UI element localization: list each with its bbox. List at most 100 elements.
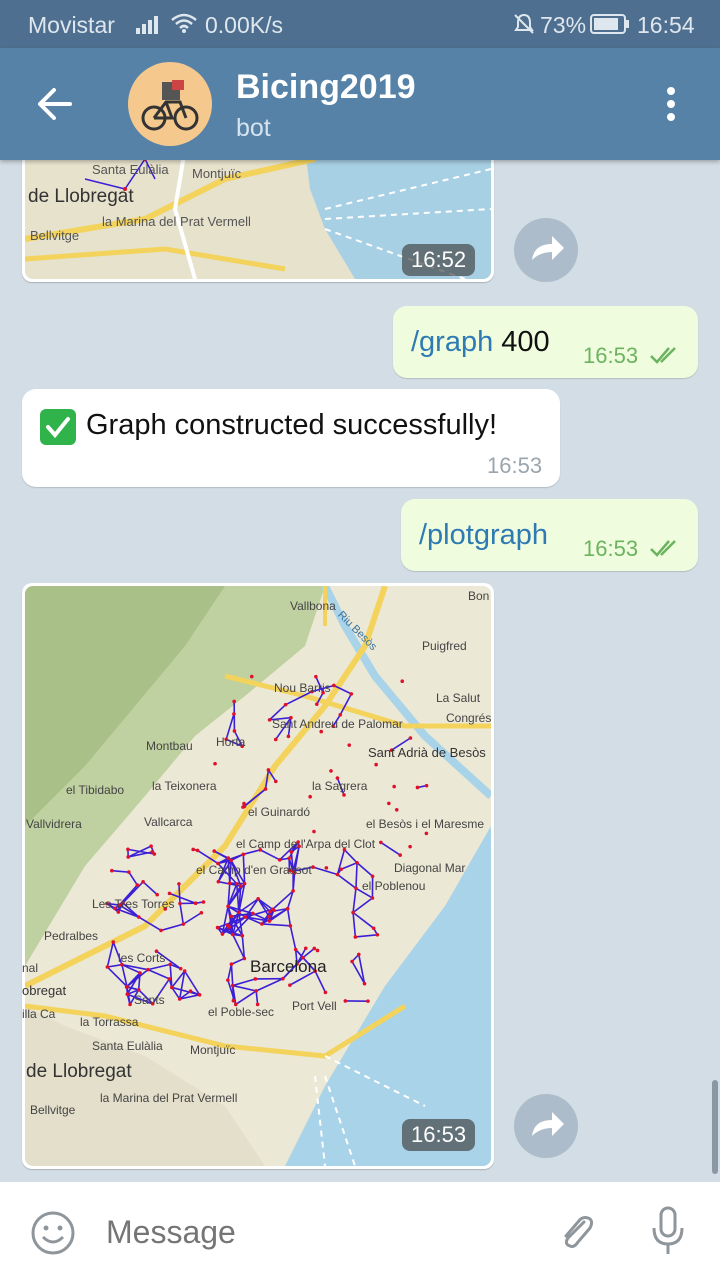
paperclip-icon[interactable]	[554, 1210, 598, 1254]
graph-node	[267, 914, 271, 919]
graph-node	[350, 959, 354, 964]
graph-node	[213, 761, 217, 766]
graph-node	[146, 967, 150, 972]
graph-node	[273, 737, 278, 742]
back-arrow-icon[interactable]	[36, 86, 74, 122]
message-time: 16:53	[487, 453, 543, 478]
message-input[interactable]	[104, 1208, 528, 1256]
graph-node	[178, 901, 182, 906]
more-options-icon[interactable]	[664, 86, 678, 122]
graph-node	[267, 919, 272, 923]
graph-node	[375, 932, 380, 937]
graph-node	[283, 702, 288, 707]
map-label: el Poble-sec	[208, 1005, 275, 1019]
graph-node	[335, 872, 340, 877]
graph-node	[225, 923, 230, 928]
graph-node	[329, 769, 333, 773]
graph-node	[256, 897, 260, 901]
graph-node	[356, 952, 361, 957]
map-label: Bon	[468, 589, 490, 603]
graph-node	[226, 904, 230, 909]
graph-node	[362, 981, 367, 986]
microphone-icon[interactable]	[650, 1206, 686, 1260]
map-label: Congrés	[446, 711, 492, 725]
graph-node	[315, 702, 319, 706]
graph-node	[424, 831, 429, 836]
graph-node	[232, 712, 236, 716]
map-label: Santa Eulàlia	[92, 1039, 163, 1053]
map-label: Les Tres Torres	[92, 897, 175, 911]
graph-node	[241, 852, 246, 857]
graph-node	[324, 866, 329, 870]
graph-node	[387, 801, 391, 806]
scrollbar[interactable]	[712, 1080, 718, 1174]
graph-node	[285, 906, 290, 911]
graph-node	[232, 699, 236, 704]
graph-node	[339, 867, 343, 872]
graph-node	[177, 997, 182, 1001]
map-label: Vallbona	[290, 599, 336, 613]
forward-button[interactable]	[514, 218, 578, 282]
map-label: obregat	[22, 983, 67, 998]
graph-node	[138, 971, 142, 975]
graph-node	[253, 977, 258, 981]
graph-node	[314, 674, 318, 679]
forward-button[interactable]	[514, 1094, 578, 1158]
wifi-icon	[171, 13, 197, 33]
incoming-message[interactable]: Graph constructed successfully! 16:53	[22, 389, 560, 487]
graph-node	[126, 847, 130, 852]
graph-node	[124, 985, 129, 989]
outgoing-message[interactable]: /plotgraph 16:53	[401, 499, 698, 571]
graph-node	[197, 993, 202, 997]
double-check-icon	[650, 540, 676, 557]
message-composer	[0, 1182, 720, 1280]
graph-node	[254, 989, 258, 993]
check-mark-emoji-icon	[40, 409, 76, 445]
outgoing-message[interactable]: /graph 400 16:53	[393, 306, 698, 378]
photo-time: 16:52	[402, 244, 476, 276]
photo-message[interactable]: Vallbona Riu Besòs Puigfred Bon Nou Barr…	[22, 583, 494, 1169]
double-check-icon	[650, 347, 676, 364]
network-speed: 0.00K/s	[205, 12, 283, 38]
emoji-icon[interactable]	[30, 1210, 76, 1256]
avatar[interactable]	[128, 62, 212, 146]
graph-node	[315, 948, 320, 953]
share-arrow-icon	[532, 236, 564, 260]
graph-node	[347, 743, 352, 747]
graph-node	[408, 844, 412, 849]
message-list[interactable]: Santa Eulàlia Montjuïc de Llobregat la M…	[0, 160, 720, 1182]
command-link[interactable]: /plotgraph	[419, 519, 548, 552]
message-text: /graph 400	[411, 326, 550, 359]
graph-node	[260, 922, 264, 926]
graph-node	[215, 925, 220, 930]
map-label: Sant Adrià de Besòs	[368, 745, 486, 760]
graph-node	[332, 683, 336, 688]
map-label: la Marina del Prat Vermell	[102, 214, 251, 229]
graph-node	[343, 999, 348, 1003]
graph-node	[281, 976, 285, 981]
graph-node	[354, 886, 358, 891]
graph-node	[150, 850, 155, 854]
map-label: Pedralbes	[44, 929, 99, 943]
graph-node	[273, 779, 278, 784]
map-label: de Llobregat	[28, 186, 134, 207]
graph-node	[408, 736, 413, 740]
graph-node	[191, 847, 195, 852]
command-link[interactable]: /graph	[411, 326, 493, 358]
map-label: Port Vell	[292, 999, 337, 1013]
graph-node	[227, 881, 232, 886]
map-label: les Corts	[118, 951, 166, 965]
mute-notifications-icon	[514, 13, 534, 34]
graph-edge	[355, 862, 358, 889]
chat-header: Bicing2019 bot	[0, 48, 720, 160]
graph-node	[232, 729, 237, 733]
graph-node	[251, 911, 255, 916]
map-label: Sants	[134, 993, 165, 1007]
graph-node	[400, 679, 405, 684]
photo-message[interactable]: Santa Eulàlia Montjuïc de Llobregat la M…	[22, 160, 494, 282]
clock: 16:54	[637, 12, 695, 38]
graph-node	[135, 883, 140, 887]
graph-node	[415, 785, 420, 790]
chat-title[interactable]: Bicing2019	[236, 68, 416, 107]
map-label: Nou Barris	[274, 681, 331, 695]
